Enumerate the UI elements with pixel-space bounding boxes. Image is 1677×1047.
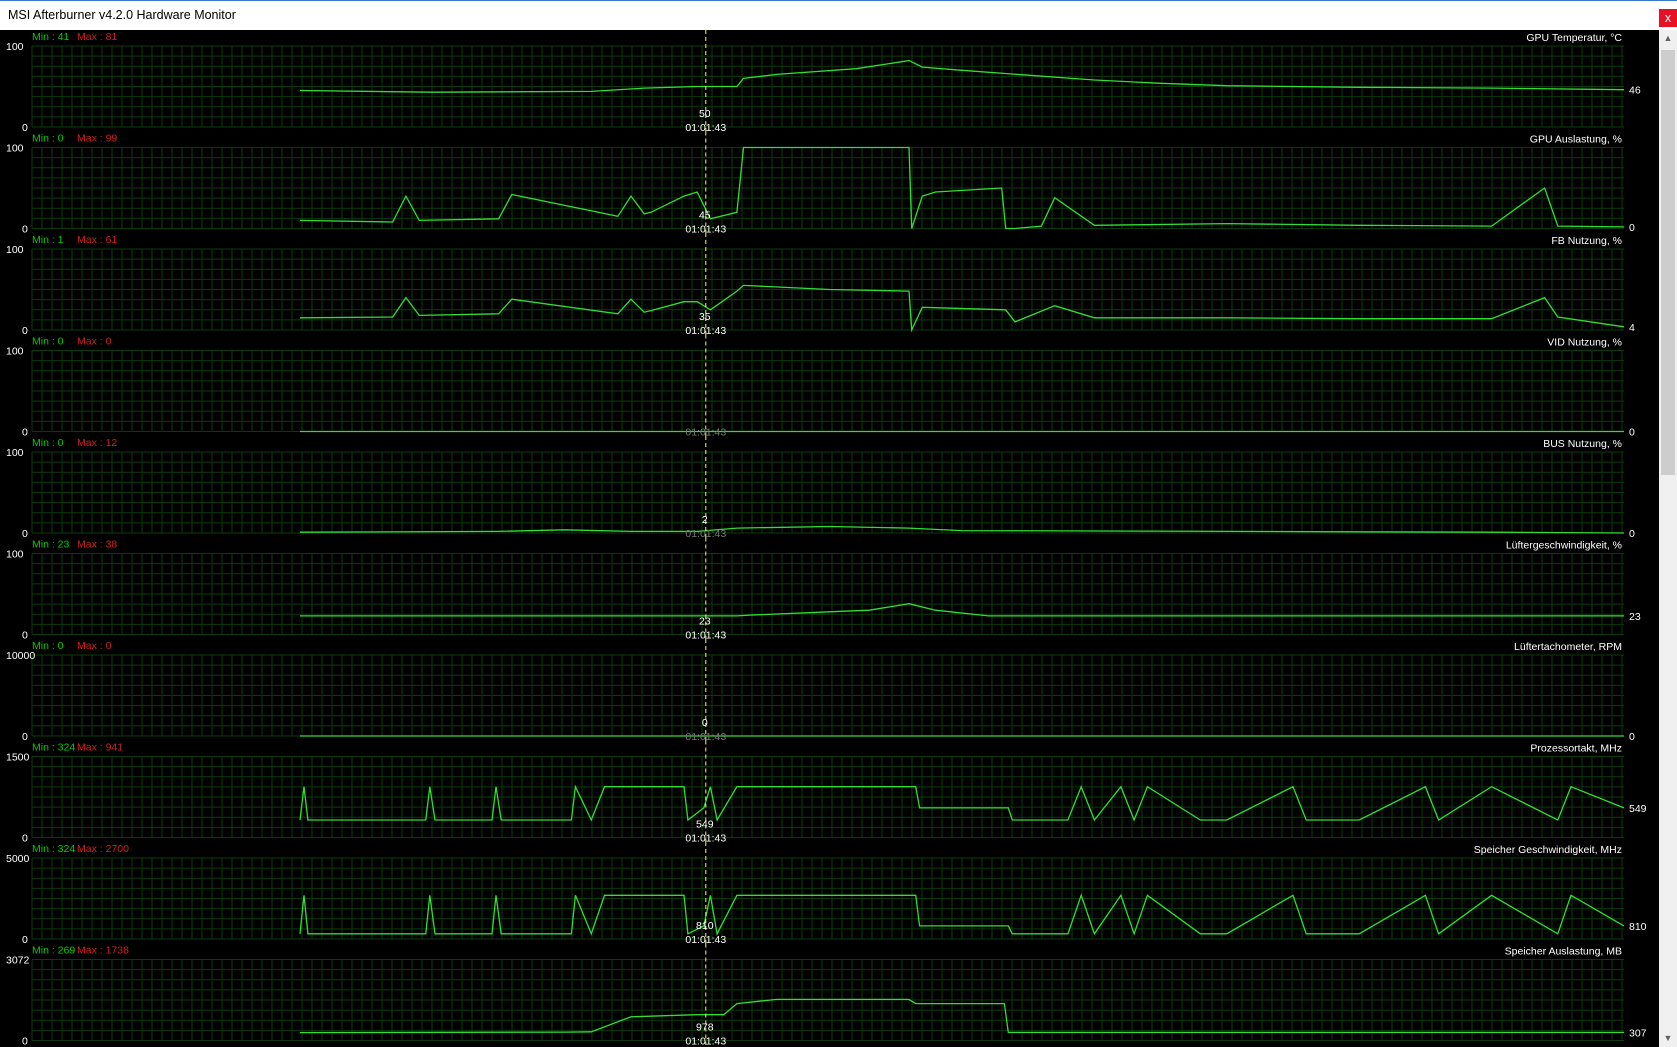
cursor-time: 01:01:43	[685, 1036, 726, 1047]
graph-panel: 1000Min : 0 Max : 12 BUS Nutzung, %201:01:…	[6, 436, 1635, 540]
min-label: Min : 23	[32, 539, 70, 551]
y-axis-max-label: 100	[6, 244, 24, 256]
graph-grid	[31, 350, 1624, 432]
graph-title: Speicher Geschwindigkeit, MHz	[1474, 844, 1622, 856]
min-label: Min : 1	[32, 234, 64, 246]
current-value: 0	[1629, 731, 1635, 743]
y-axis-min-label: 0	[22, 224, 28, 236]
y-axis-max-label: 5000	[6, 853, 30, 865]
graph-title: Speicher Auslastung, MB	[1505, 946, 1622, 958]
graph-grid	[31, 45, 1624, 128]
cursor-value: 2	[702, 514, 708, 526]
y-axis-min-label: 0	[22, 427, 28, 439]
min-label: Min : 0	[32, 336, 64, 348]
max-label: Max : 2700	[77, 843, 129, 855]
y-axis-max-label: 3072	[6, 955, 30, 967]
y-axis-min-label: 0	[22, 528, 28, 540]
max-label: Max : 99	[77, 133, 117, 145]
cursor-value: 23	[699, 616, 711, 628]
max-label: Max : 12	[77, 437, 117, 449]
current-value: 4	[1629, 322, 1635, 334]
graph-title: BUS Nutzung, %	[1543, 438, 1622, 450]
cursor-value: 549	[696, 819, 714, 831]
cursor-value: 978	[696, 1022, 714, 1034]
graph-grid	[31, 553, 1624, 635]
graph-panel: 1000Min : 1 Max : 61 FB Nutzung, %3501:01:…	[6, 233, 1635, 337]
cursor-value: 0	[702, 717, 708, 729]
graph-area[interactable]: 100 0 Min : 41 Max : 81 GPU Temperatur, °C 50…	[0, 30, 1659, 1047]
min-label: Min : 324	[32, 742, 75, 754]
graph-title: Lüftertachometer, RPM	[1514, 641, 1622, 653]
graph-grid	[31, 147, 1624, 229]
min-label: Min : 324	[32, 843, 75, 855]
monitor-graphs: 100 0 Min : 41 Max : 81 GPU Temperatur, °C 50…	[6, 30, 1647, 1047]
min-label: Min : 0	[32, 437, 64, 449]
y-axis-min-label: 0	[22, 731, 28, 743]
current-value: 810	[1629, 921, 1647, 933]
title-bar: MSI Afterburner v4.2.0 Hardware Monitor …	[0, 0, 1677, 30]
y-axis-min-label: 0	[22, 630, 28, 642]
min-label: Min : 269	[32, 945, 75, 957]
graph-title: FB Nutzung, %	[1551, 235, 1622, 247]
vertical-scrollbar[interactable]: ▲ ▼	[1659, 30, 1677, 1047]
scroll-up-icon[interactable]: ▲	[1659, 30, 1677, 47]
y-axis-min-label: 0	[22, 934, 28, 946]
y-axis-max-label: 10000	[6, 650, 35, 662]
graph-panel: 1000Min : 0 Max : 0 VID Nutzung, %01:01:43…	[6, 334, 1635, 439]
current-value: 0	[1629, 528, 1635, 540]
y-axis-max-label: 100	[6, 447, 24, 459]
max-label: Max : 0	[77, 336, 112, 348]
graph-title: GPU Temperatur, °C	[1526, 32, 1622, 44]
current-value: 46	[1629, 85, 1641, 97]
y-axis-min-label: 0	[22, 1036, 28, 1047]
graph-panel: 1500 0 Min : 324 Max : 941 Prozessortakt, MH…	[6, 740, 1647, 845]
y-axis-max-label: 100	[6, 346, 24, 358]
graph-title: VID Nutzung, %	[1547, 337, 1622, 349]
graph-title: GPU Auslastung, %	[1530, 134, 1622, 146]
y-axis-min-label: 0	[22, 122, 28, 134]
min-label: Min : 0	[32, 133, 64, 145]
max-label: Max : 61	[77, 234, 117, 246]
graph-panel: 10000 0 Min : 0 Max : 0 Lüftertachometer, RP…	[6, 639, 1635, 743]
cursor-value: 50	[699, 108, 711, 120]
current-value: 0	[1629, 427, 1635, 439]
min-label: Min : 0	[32, 640, 64, 652]
graph-title: Lüftergeschwindigkeit, %	[1506, 540, 1622, 552]
graph-grid	[31, 654, 1624, 737]
min-label: Min : 41	[32, 31, 70, 43]
window-title: MSI Afterburner v4.2.0 Hardware Monitor	[8, 8, 236, 22]
max-label: Max : 38	[77, 539, 117, 551]
y-axis-max-label: 100	[6, 549, 24, 561]
max-label: Max : 1738	[77, 945, 129, 957]
scroll-down-icon[interactable]: ▼	[1659, 1030, 1677, 1047]
close-button[interactable]: x	[1659, 9, 1677, 27]
cursor-value: 810	[696, 920, 714, 932]
graph-grid	[31, 857, 1624, 940]
graph-title: Prozessortakt, MHz	[1530, 743, 1622, 755]
y-axis-min-label: 0	[22, 325, 28, 337]
scroll-thumb[interactable]	[1661, 50, 1675, 475]
current-value: 0	[1629, 222, 1635, 234]
y-axis-max-label: 100	[6, 41, 24, 53]
graph-panel: 3072 0 Min : 269 Max : 1738 Speicher Auslast…	[6, 943, 1647, 1047]
y-axis-max-label: 1500	[6, 752, 30, 764]
max-label: Max : 81	[77, 31, 117, 43]
max-label: Max : 941	[77, 742, 123, 754]
y-axis-min-label: 0	[22, 833, 28, 845]
graph-panel: 5000 0 Min : 324 Max : 2700 Speicher Geschwi…	[6, 842, 1647, 946]
current-value: 307	[1629, 1027, 1647, 1039]
graph-grid	[31, 451, 1624, 534]
cursor-value: 35	[699, 311, 711, 323]
graph-panel: 1000Min : 0 Max : 99 GPU Auslastung, %4501…	[6, 131, 1635, 236]
graph-panel: 100 0 Min : 23 Max : 38 Lüftergeschwindigkei…	[6, 537, 1641, 642]
current-value: 23	[1629, 611, 1641, 623]
cursor-value: 45	[699, 210, 711, 222]
graph-grid	[31, 756, 1624, 838]
y-axis-max-label: 100	[6, 143, 24, 155]
max-label: Max : 0	[77, 640, 112, 652]
current-value: 549	[1629, 803, 1647, 815]
graph-panel: 100 0 Min : 41 Max : 81 GPU Temperatur, °C 50…	[6, 30, 1641, 134]
